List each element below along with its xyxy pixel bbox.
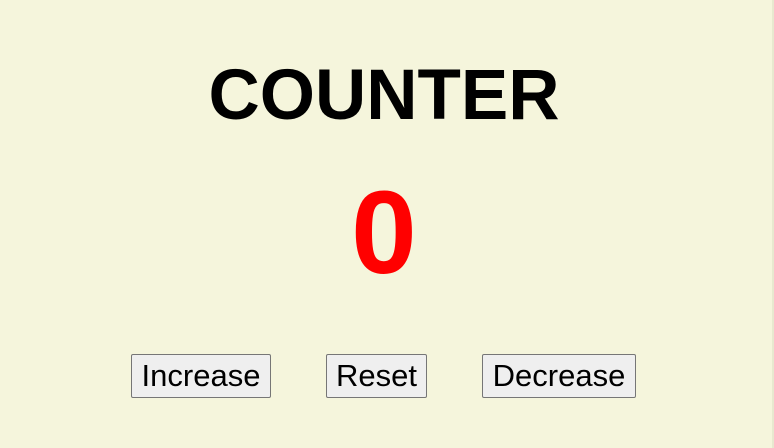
decrease-button[interactable]: Decrease xyxy=(482,354,636,398)
increase-button[interactable]: Increase xyxy=(131,354,271,398)
reset-button[interactable]: Reset xyxy=(326,354,427,398)
page-title: COUNTER xyxy=(208,56,560,135)
counter-value: 0 xyxy=(351,167,417,299)
